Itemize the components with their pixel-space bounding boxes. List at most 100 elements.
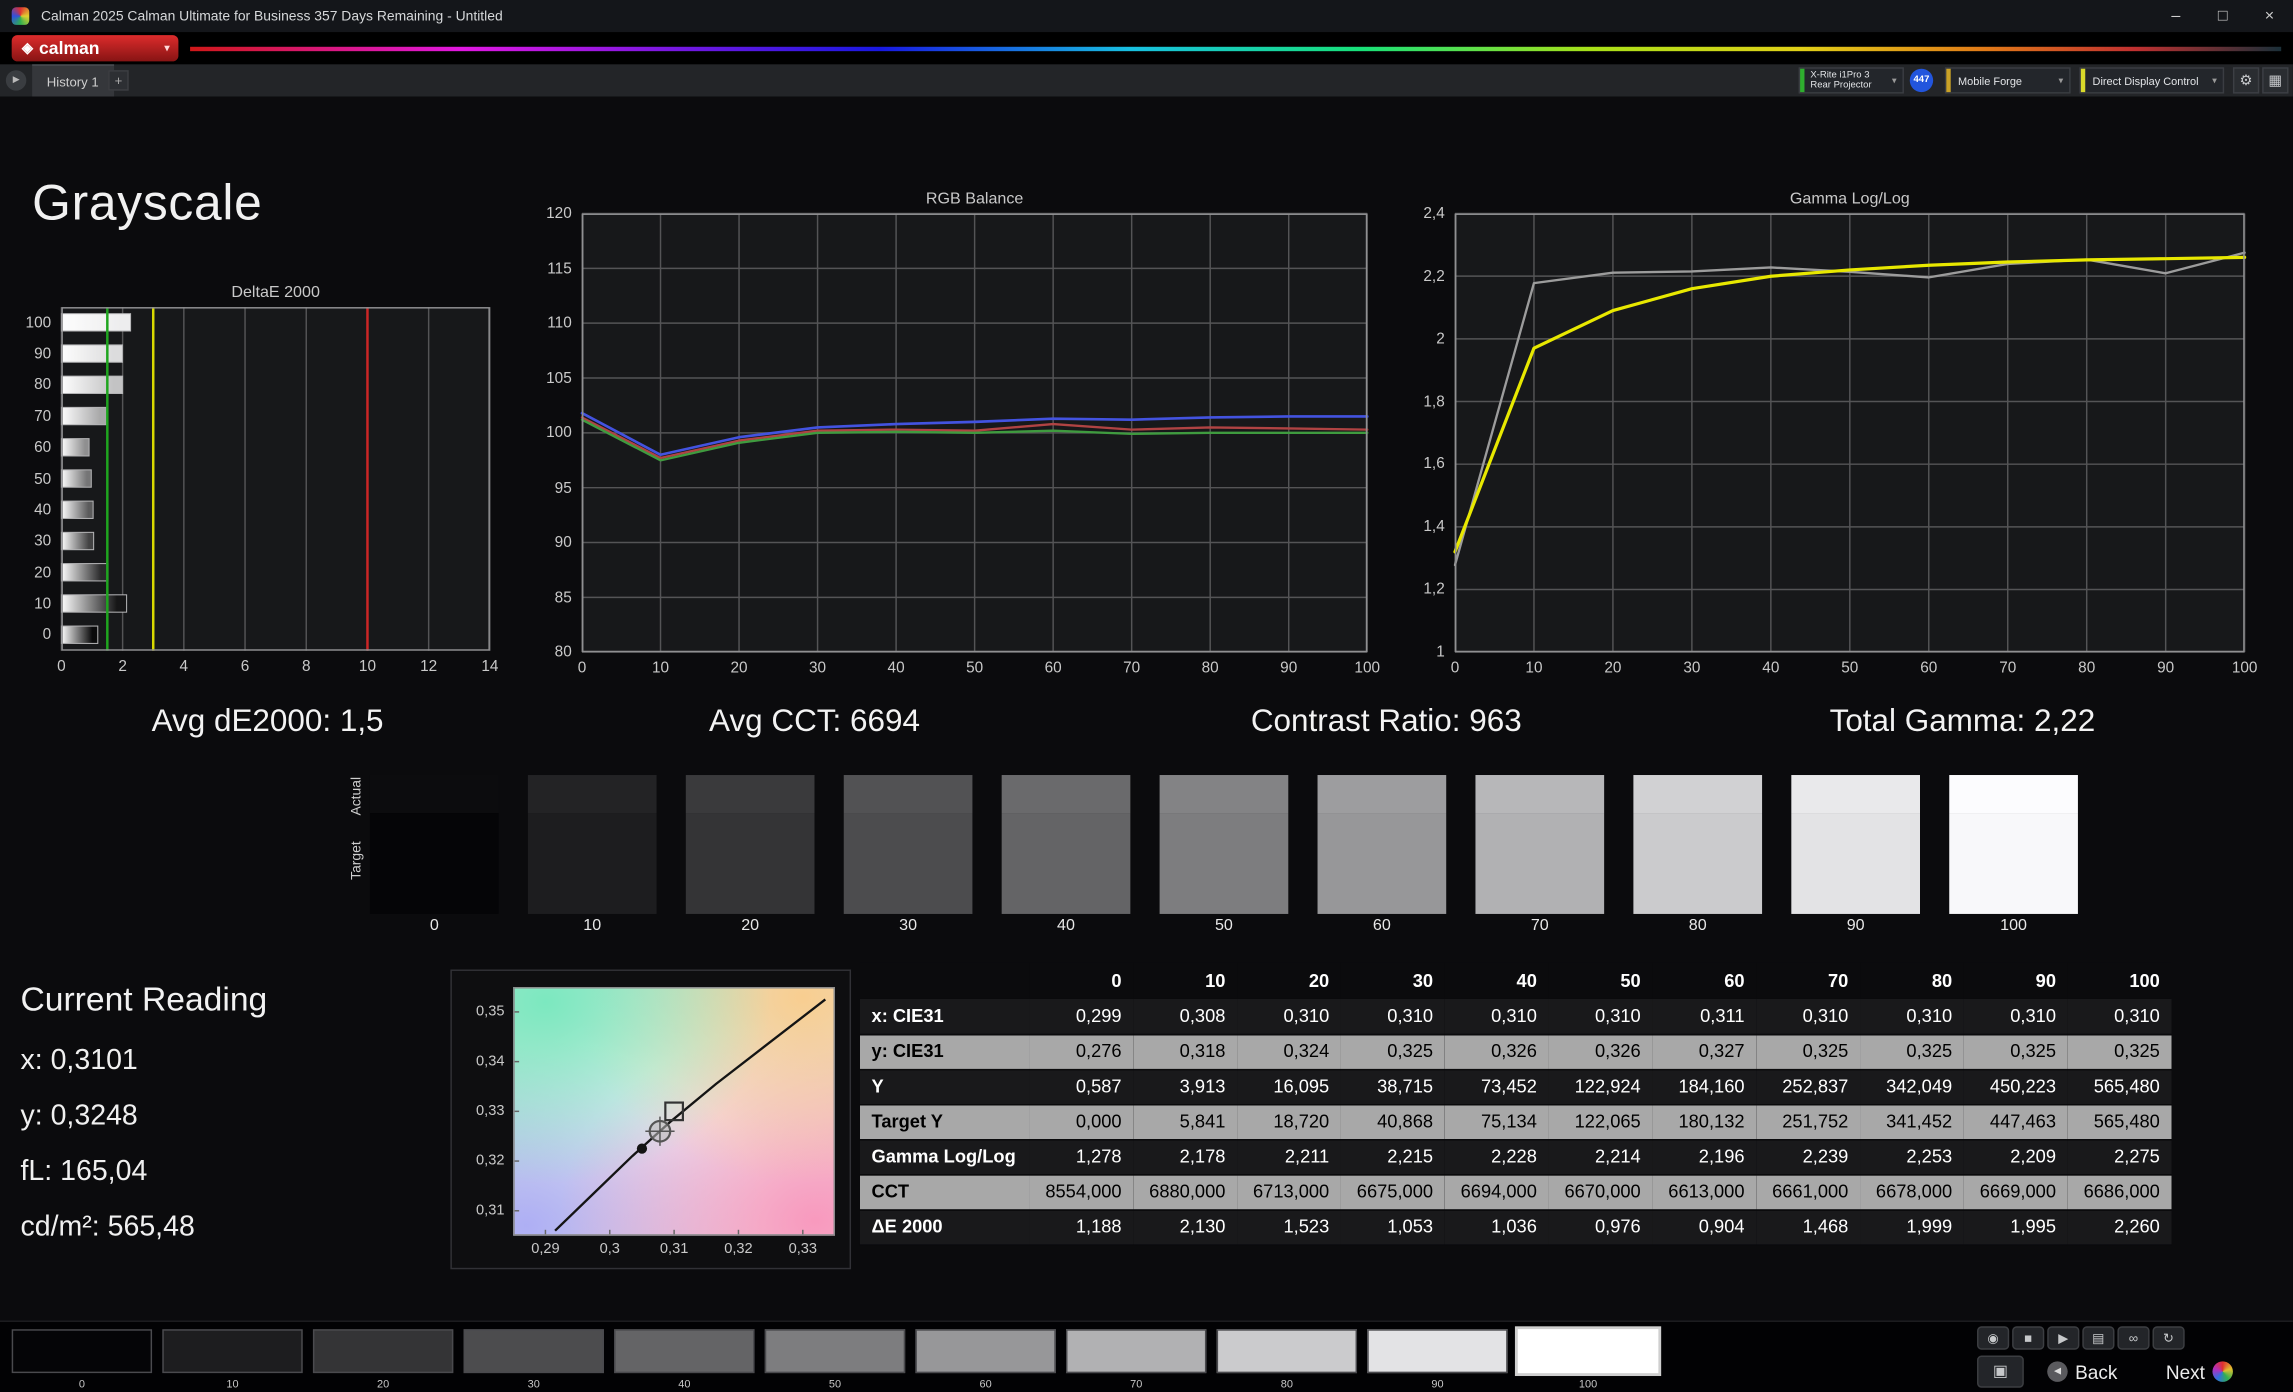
- reading-cdm2: cd/m²: 565,48: [20, 1210, 195, 1243]
- expand-panel-button[interactable]: ▶: [5, 70, 27, 91]
- layout-button[interactable]: ▣: [1977, 1355, 2024, 1388]
- tool-button-6[interactable]: ↻: [2152, 1326, 2185, 1350]
- maximize-button[interactable]: □: [2199, 0, 2246, 32]
- table-cell: 0,587: [1075, 1076, 1122, 1097]
- swatch-actual-fill: [369, 775, 499, 814]
- source-select-dropdown[interactable]: Mobile Forge ▾: [1944, 67, 2071, 94]
- table-cell: 6613,000: [1668, 1181, 1745, 1203]
- table-cell: 6880,000: [1149, 1181, 1226, 1203]
- next-button-label: Next: [2165, 1360, 2205, 1383]
- table-cell: 0,325: [1802, 1041, 1849, 1062]
- table-cell: 0,311: [1700, 1005, 1745, 1027]
- close-button[interactable]: ×: [2246, 0, 2293, 32]
- axis-tick-label: 80: [2078, 659, 2096, 678]
- table-cell: 8554,000: [1045, 1181, 1122, 1203]
- reading-count-badge[interactable]: 447: [1909, 68, 1934, 93]
- meter-mode: Rear Projector: [1810, 80, 1872, 91]
- table-cell: 1,468: [1802, 1216, 1849, 1238]
- pattern-button-0[interactable]: [11, 1329, 153, 1374]
- axis-tick-label: 10: [1525, 659, 1543, 678]
- pattern-button-40[interactable]: [614, 1329, 755, 1374]
- deltae-bar-10: [60, 594, 128, 613]
- table-cell: 40,868: [1377, 1111, 1434, 1132]
- deltae-bar-100: [60, 313, 132, 332]
- swatch-target-fill: [1633, 813, 1763, 914]
- axis-tick-label: 2: [1436, 330, 1445, 348]
- table-column-header: 100: [2067, 962, 2172, 999]
- table-cell: 450,223: [1989, 1076, 2056, 1097]
- calman-logo-menu[interactable]: ◈ calman ▾: [11, 35, 179, 62]
- source-name: Mobile Forge: [1958, 73, 2023, 88]
- page-title: Grayscale: [32, 175, 263, 232]
- deltae-level-label: 50: [34, 470, 52, 488]
- deltae-bar-40: [60, 500, 94, 519]
- table-row-label: ΔE 2000: [871, 1216, 943, 1238]
- table-cell: 0,310: [1594, 1005, 1641, 1027]
- pattern-button-90[interactable]: [1367, 1329, 1508, 1374]
- table-cell: 0,310: [1906, 1005, 1953, 1027]
- table-cell: 0,310: [1387, 1005, 1434, 1027]
- display-control-dropdown[interactable]: Direct Display Control ▾: [2079, 67, 2225, 94]
- table-row-label: Y: [871, 1076, 884, 1097]
- calman-logo-text: calman: [39, 38, 100, 59]
- deltae-level-label: 80: [34, 376, 52, 394]
- back-button[interactable]: ◄ Back: [2033, 1356, 2132, 1388]
- table-cell: 1,036: [1491, 1216, 1537, 1238]
- axis-tick-label: 1,8: [1423, 392, 1445, 411]
- meter-select-dropdown[interactable]: X-Rite i1Pro 3 Rear Projector ▾: [1798, 67, 1904, 94]
- grayscale-swatch-10: [527, 775, 657, 914]
- tab-history-1[interactable]: History 1: [32, 64, 114, 97]
- table-cell: 6670,000: [1564, 1181, 1641, 1203]
- reading-x: x: 0,3101: [20, 1044, 138, 1077]
- deltae-level-label: 70: [34, 407, 52, 426]
- table-cell: 251,752: [1782, 1111, 1849, 1132]
- pattern-button-10[interactable]: [162, 1329, 303, 1374]
- deltae-level-label: 90: [34, 345, 52, 363]
- table-row: x: CIE31 0,299 0,308 0,310 0,310 0,310 0,310 0,…: [859, 998, 2172, 1034]
- grayscale-swatch-90: [1791, 775, 1920, 914]
- table-cell: 2,275: [2114, 1146, 2160, 1167]
- pattern-button-30[interactable]: [463, 1329, 604, 1374]
- table-cell: 2,178: [1179, 1146, 1226, 1167]
- axis-tick-label: 100: [1354, 659, 1381, 678]
- table-cell: 0,299: [1075, 1005, 1122, 1027]
- table-row-label: CCT: [871, 1181, 910, 1203]
- deltae-bar-80: [60, 375, 124, 395]
- pattern-button-80[interactable]: [1216, 1329, 1358, 1374]
- axis-tick-label: 30: [809, 659, 827, 678]
- table-cell: 0,325: [1906, 1041, 1953, 1062]
- table-cell: 0,326: [1491, 1041, 1537, 1062]
- cie-y-tick: 0,34: [476, 1053, 505, 1070]
- tool-button-1[interactable]: ◉: [1977, 1326, 2010, 1350]
- next-button[interactable]: Next: [2138, 1356, 2261, 1388]
- minimize-button[interactable]: –: [2153, 0, 2200, 32]
- table-cell: 342,049: [1886, 1076, 1953, 1097]
- add-tab-button[interactable]: +: [108, 70, 129, 91]
- table-cell: 1,053: [1387, 1216, 1434, 1238]
- gear-icon[interactable]: ⚙: [2232, 67, 2260, 94]
- pattern-button-100[interactable]: [1517, 1329, 1659, 1374]
- pattern-button-20[interactable]: [312, 1329, 454, 1374]
- axis-tick-label: 2,2: [1423, 267, 1445, 285]
- deltae-level-label: 20: [34, 563, 52, 582]
- workspace-icon[interactable]: ▦: [2262, 67, 2289, 94]
- pattern-button-50[interactable]: [764, 1329, 906, 1374]
- table-cell: 252,837: [1782, 1076, 1849, 1097]
- grayscale-swatch-80: [1633, 775, 1763, 914]
- tool-button-4[interactable]: ▤: [2082, 1326, 2115, 1350]
- target-row-label: Target: [348, 841, 365, 880]
- swatch-label: 40: [1057, 916, 1075, 935]
- planckian-locus: [554, 998, 827, 1232]
- tool-button-2[interactable]: ■: [2012, 1326, 2045, 1350]
- deltae-level-label: 60: [34, 438, 52, 457]
- table-cell: 1,523: [1283, 1216, 1330, 1238]
- pattern-button-label: 30: [527, 1377, 540, 1391]
- tool-button-3[interactable]: ▶: [2047, 1326, 2080, 1350]
- swatch-target-fill: [1791, 813, 1920, 914]
- table-cell: 1,995: [2010, 1216, 2056, 1238]
- table-cell: 3,913: [1179, 1076, 1226, 1097]
- tool-button-5[interactable]: ∞: [2117, 1326, 2150, 1350]
- titlebar: Calman 2025 Calman Ultimate for Business…: [0, 0, 2293, 33]
- pattern-button-70[interactable]: [1066, 1329, 1207, 1374]
- pattern-button-60[interactable]: [915, 1329, 1056, 1374]
